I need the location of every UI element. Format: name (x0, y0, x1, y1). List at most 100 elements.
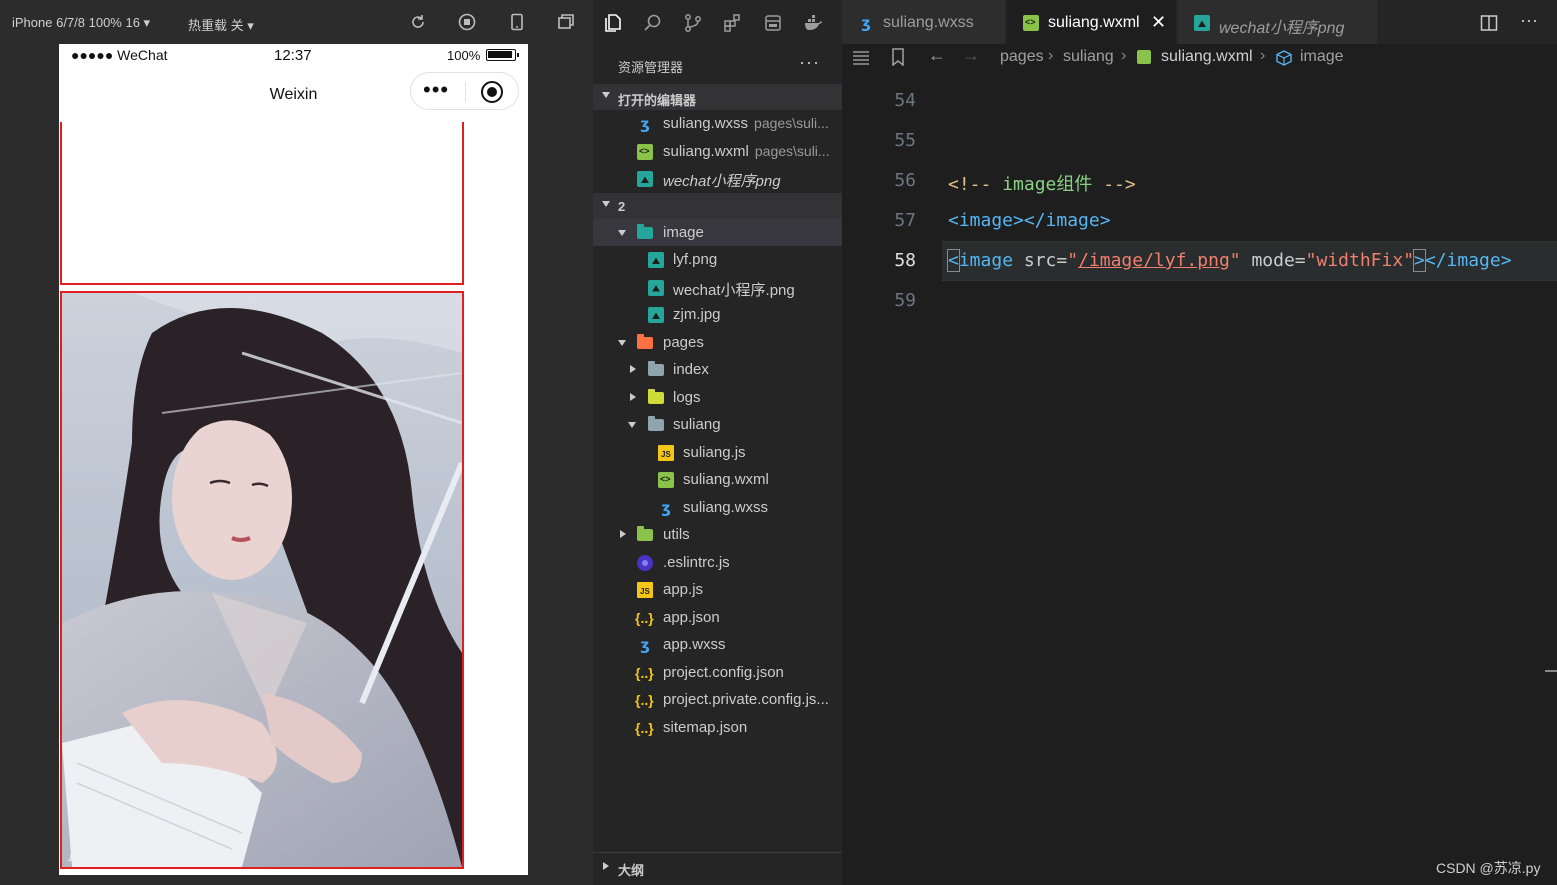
tree-file[interactable]: ʒ suliang.wxss (593, 494, 842, 522)
tree-file[interactable]: {..} project.config.json (593, 659, 842, 687)
watermark: CSDN @苏凉.py (1436, 860, 1541, 876)
open-editor-item[interactable]: suliang.wxml pages\suli... (593, 138, 842, 166)
stop-icon[interactable] (458, 13, 476, 31)
window-icon[interactable] (557, 13, 575, 31)
outline-section[interactable]: 大纲 (593, 852, 842, 878)
line-number: 58 (894, 250, 916, 271)
chevron-down-icon (602, 92, 610, 98)
tree-file[interactable]: wechat小程序.png (593, 274, 842, 302)
chevron-right-icon (630, 392, 636, 401)
hot-reload-toggle[interactable]: 热重载 关 ▾ (188, 15, 254, 34)
open-editor-item[interactable]: wechat小程序png (593, 165, 842, 193)
device-selector[interactable]: iPhone 6/7/8 100% 16 ▾ (12, 15, 150, 31)
open-editor-item[interactable]: ʒ suliang.wxss pages\suli... (593, 110, 842, 138)
folder-open-icon (648, 416, 664, 431)
ide-window: iPhone 6/7/8 100% 16 ▾ 热重载 关 ▾ ●●●●● WeC… (0, 0, 1557, 885)
attr-mode: mode= (1240, 250, 1306, 271)
tree-label: app.json (663, 608, 720, 626)
comment-text: image组件 (1002, 174, 1093, 195)
tab-label: suliang.wxss (883, 14, 974, 31)
tree-folder-logs[interactable]: logs (593, 384, 842, 412)
tab-label: wechat小程序png (1219, 20, 1345, 37)
chevron-right-icon (630, 365, 636, 373)
chevron-right-icon: › (1048, 47, 1054, 64)
tree-file[interactable]: {..} project.private.config.js... (593, 686, 842, 714)
tree-file[interactable]: app.js (593, 576, 842, 604)
files-icon[interactable] (603, 13, 623, 33)
more-icon[interactable]: ••• (423, 79, 449, 101)
image-file-icon (648, 307, 664, 323)
tree-label: suliang.wxss (683, 498, 769, 516)
tab-suliang-wxss[interactable]: ʒ suliang.wxss (842, 0, 1006, 44)
close-icon[interactable]: ✕ (1151, 12, 1166, 33)
breadcrumb-symbol[interactable]: image (1300, 48, 1344, 66)
tree-label: project.config.json (663, 663, 784, 681)
activity-bar (593, 0, 842, 44)
more-actions-icon[interactable]: ··· (1520, 10, 1538, 31)
code-line-58: <image src="/image/lyf.png" mode="widthF… (947, 249, 1512, 272)
breadcrumb-suliang[interactable]: suliang (1063, 48, 1114, 66)
tree-folder-index[interactable]: index (593, 356, 842, 384)
back-arrow-icon[interactable]: ← (928, 45, 946, 66)
tree-file[interactable]: lyf.png (593, 246, 842, 274)
tree-label: suliang (673, 416, 721, 433)
chevron-down-icon (618, 339, 626, 346)
chevron-right-icon (620, 530, 626, 538)
split-editor-icon[interactable] (1480, 14, 1498, 32)
tree-label: logs (673, 388, 701, 406)
search-icon[interactable] (643, 13, 663, 33)
refresh-icon[interactable] (409, 13, 427, 31)
extensions-icon[interactable] (723, 13, 743, 33)
image-component-empty (60, 122, 464, 285)
explorer-more-icon[interactable]: ··· (799, 52, 820, 73)
bookmark-icon[interactable] (891, 48, 905, 66)
tree-file[interactable]: {..} sitemap.json (593, 714, 842, 742)
docker-icon[interactable] (803, 13, 823, 33)
tree-file[interactable]: zjm.jpg (593, 301, 842, 329)
source-control-icon[interactable] (683, 13, 703, 33)
tree-file[interactable]: suliang.wxml (593, 466, 842, 494)
attr-src: src= (1013, 250, 1068, 271)
logs-folder-icon (648, 388, 664, 404)
tag-name: image (958, 250, 1014, 271)
photo-image (62, 293, 462, 867)
tree-folder-pages[interactable]: pages (593, 329, 842, 357)
editor-tab-bar: ʒ suliang.wxss suliang.wxml ✕ wechat小程序p… (842, 0, 1557, 44)
debug-icon[interactable] (763, 13, 783, 33)
breadcrumb-file[interactable]: suliang.wxml (1161, 48, 1253, 66)
open-editor-name: wechat小程序png (663, 173, 781, 190)
list-icon[interactable] (852, 49, 870, 65)
tree-label: pages (663, 333, 704, 351)
breadcrumb-pages[interactable]: pages (1000, 48, 1044, 66)
scrollbar-marker[interactable] (1545, 670, 1557, 672)
project-section[interactable]: 2 (593, 192, 842, 219)
tree-folder-suliang[interactable]: suliang (593, 411, 842, 439)
element-cube-icon (1276, 50, 1292, 66)
close-mini-program-icon[interactable] (481, 81, 503, 103)
code-editor[interactable]: 54 55 56 57 58 59 <!-- image组件 --> <imag… (842, 72, 1557, 885)
open-editor-path: pages\suli... (754, 115, 829, 131)
phone-icon[interactable] (508, 13, 526, 31)
simulator-toolbar: iPhone 6/7/8 100% 16 ▾ 热重载 关 ▾ (0, 0, 593, 44)
breadcrumb: ← → pages › suliang › suliang.wxml › ima… (842, 44, 1557, 72)
tree-file[interactable]: suliang.js (593, 439, 842, 467)
tree-file[interactable]: .eslintrc.js (593, 549, 842, 577)
tab-suliang-wxml[interactable]: suliang.wxml ✕ (1007, 0, 1177, 44)
tab-wechat-png[interactable]: wechat小程序png (1178, 0, 1378, 44)
open-editors-section[interactable]: 打开的编辑器 (593, 84, 842, 110)
json-file-icon: {..} (635, 719, 654, 736)
chevron-down-icon (628, 422, 636, 428)
src-value-link[interactable]: /image/lyf.png (1078, 250, 1230, 271)
pages-folder-icon (637, 333, 653, 349)
carrier-label: ●●●●● WeChat (71, 47, 168, 63)
forward-arrow-icon[interactable]: → (962, 45, 980, 66)
tree-file[interactable]: {..} app.json (593, 604, 842, 632)
tree-label: lyf.png (673, 251, 718, 268)
battery-percent: 100% (447, 48, 481, 63)
tree-folder-utils[interactable]: utils (593, 521, 842, 549)
tree-folder-image[interactable]: image (593, 218, 842, 246)
project-label: 2 (618, 198, 626, 214)
photo-signature: By lyf (68, 846, 114, 865)
tree-file[interactable]: ʒ app.wxss (593, 631, 842, 659)
line-number: 57 (894, 210, 916, 231)
